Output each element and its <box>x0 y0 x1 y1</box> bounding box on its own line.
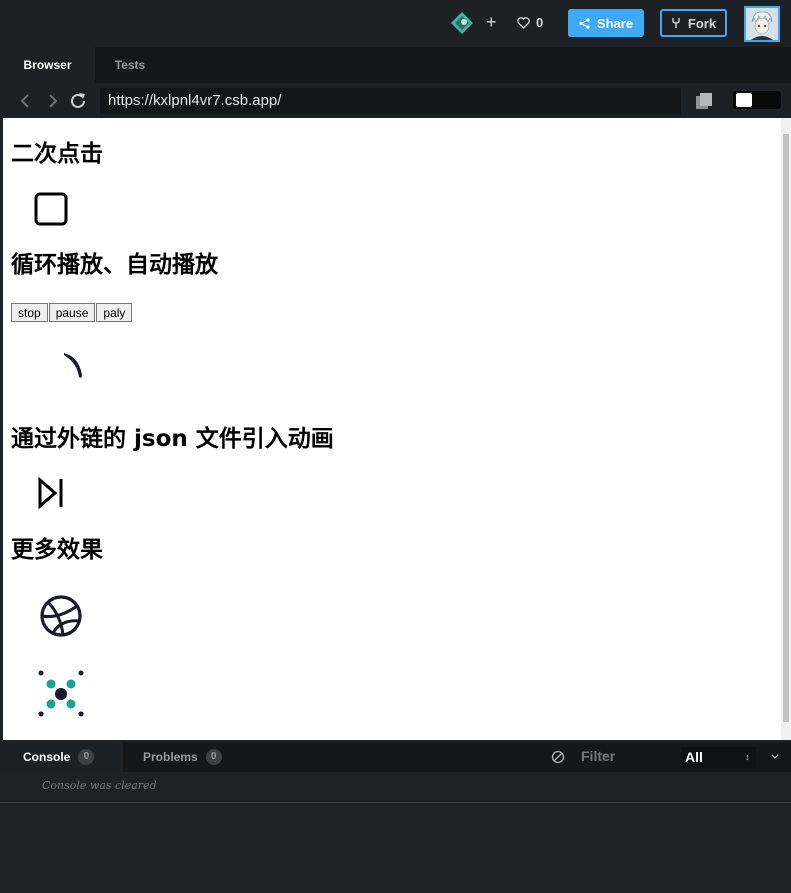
toggle-knob <box>736 93 752 107</box>
tab-console[interactable]: Console 0 <box>0 742 123 772</box>
console-divider <box>0 802 791 803</box>
open-new-window-icon[interactable] <box>694 91 714 111</box>
pause-button[interactable]: pause <box>48 303 96 322</box>
share-icon <box>579 17 590 29</box>
share-button[interactable]: Share <box>568 9 644 37</box>
console-tabs: Console 0 Problems 0 Filter All ↕ <box>0 742 791 772</box>
heading-loop-autoplay: 循环播放、自动播放 <box>11 252 218 278</box>
back-icon[interactable] <box>16 91 36 111</box>
forward-icon[interactable] <box>42 91 62 111</box>
preview-tabs: Browser Tests <box>0 47 791 83</box>
chevron-down-icon[interactable] <box>769 751 781 763</box>
tab-browser[interactable]: Browser <box>0 47 95 83</box>
fork-label: Fork <box>687 15 717 31</box>
stop-button[interactable]: stop <box>11 303 48 322</box>
heading-double-click: 二次点击 <box>11 141 103 167</box>
fork-icon <box>672 18 680 28</box>
tab-problems-label: Problems <box>143 750 198 764</box>
console-count-badge: 0 <box>78 749 95 765</box>
refresh-icon[interactable] <box>68 91 88 111</box>
responsive-toggle[interactable] <box>733 91 781 109</box>
browser-nav-bar: https://kxlpnl4vr7.csb.app/ <box>0 83 791 118</box>
like-button[interactable]: 0 <box>517 15 543 30</box>
console-filter-input[interactable]: Filter <box>581 748 615 764</box>
scrollbar-thumb[interactable] <box>783 134 789 722</box>
avatar-image <box>746 8 778 40</box>
heading-external-json: 通过外链的 json 文件引入动画 <box>11 426 334 452</box>
preview-scrollbar[interactable] <box>781 118 791 740</box>
heading-more-effects: 更多效果 <box>11 537 103 563</box>
dribbble-icon[interactable] <box>39 594 83 638</box>
network-nodes-icon <box>38 670 84 717</box>
top-bar: + 0 Share Fork <box>0 0 791 47</box>
console-output: Console was cleared <box>0 772 791 893</box>
tab-tests[interactable]: Tests <box>95 47 165 83</box>
fork-button[interactable]: Fork <box>660 9 727 37</box>
user-avatar[interactable] <box>744 6 780 42</box>
console-message: Console was cleared <box>42 779 157 792</box>
preview-frame: 二次点击 循环播放、自动播放 stop pause paly 通过外链的 jso… <box>3 118 781 740</box>
problems-count-badge: 0 <box>205 749 222 765</box>
share-label: Share <box>596 15 634 31</box>
heart-icon <box>517 16 530 29</box>
select-arrow-icon: ↕ <box>745 752 750 762</box>
like-count: 0 <box>536 15 544 30</box>
tab-console-label: Console <box>23 750 71 764</box>
loading-spinner-icon <box>64 353 82 378</box>
sandbox-logo-icon[interactable] <box>450 11 474 35</box>
play-button[interactable]: paly <box>96 303 133 322</box>
tab-problems[interactable]: Problems 0 <box>143 742 222 772</box>
url-input[interactable]: https://kxlpnl4vr7.csb.app/ <box>100 88 681 114</box>
checkbox-animation-icon[interactable] <box>33 191 69 227</box>
clear-console-icon[interactable] <box>551 750 565 764</box>
skip-next-icon[interactable] <box>35 476 67 510</box>
add-icon[interactable]: + <box>486 12 497 32</box>
playback-controls: stop pause paly <box>11 303 133 322</box>
